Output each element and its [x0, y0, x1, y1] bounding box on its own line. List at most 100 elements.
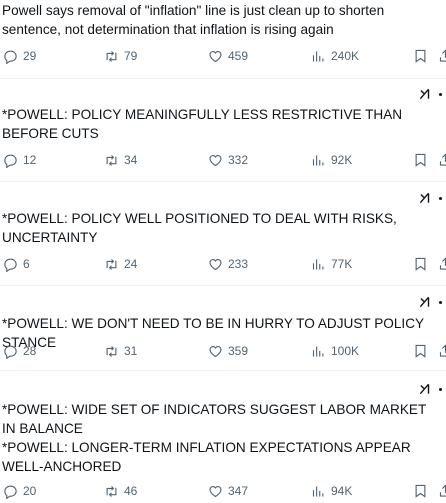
like-button[interactable]: 459: [208, 46, 248, 66]
repost-icon: [106, 258, 117, 270]
reply-icon: [4, 345, 17, 359]
post-menu: [418, 191, 442, 205]
views-icon: [312, 346, 324, 356]
post-text: *POWELL: WIDE SET OF INDICATORS SUGGEST …: [2, 402, 427, 474]
reply-button[interactable]: 12: [3, 150, 36, 170]
view-count: 240K: [331, 49, 360, 63]
reply-icon: [4, 485, 17, 499]
share-icon: [439, 484, 446, 497]
bookmark-button[interactable]: [413, 341, 428, 361]
grok-icon[interactable]: [418, 295, 432, 309]
like-icon: [209, 50, 222, 62]
bookmark-icon: [415, 153, 426, 167]
reply-button[interactable]: 29: [3, 46, 36, 66]
more-icon[interactable]: [439, 387, 442, 391]
share-button[interactable]: [438, 46, 446, 66]
reply-button[interactable]: 6: [3, 254, 30, 274]
views-button[interactable]: 240K: [311, 46, 359, 66]
reply-count: 20: [23, 484, 37, 498]
like-button[interactable]: 332: [208, 150, 248, 170]
divider: [0, 78, 446, 79]
repost-count: 79: [124, 49, 138, 63]
reply-button[interactable]: 20: [3, 481, 36, 501]
repost-count: 31: [124, 344, 138, 358]
bookmark-button[interactable]: [413, 254, 428, 274]
post-menu: [418, 295, 442, 309]
repost-icon: [106, 50, 117, 62]
reply-count: 12: [23, 153, 37, 167]
grok-icon[interactable]: [418, 191, 432, 205]
post-actions: 28 31 359 100K: [0, 341, 446, 361]
bookmark-icon: [415, 49, 426, 63]
repost-button[interactable]: 24: [104, 254, 137, 274]
view-count: 94K: [331, 484, 353, 498]
repost-icon: [106, 345, 117, 357]
repost-button[interactable]: 46: [104, 481, 137, 501]
reply-count: 28: [23, 344, 37, 358]
like-icon: [209, 485, 222, 497]
view-count: 77K: [331, 257, 353, 271]
views-button[interactable]: 94K: [311, 481, 352, 501]
post-text: *POWELL: POLICY MEANINGFULLY LESS RESTRI…: [2, 107, 406, 141]
repost-button[interactable]: 79: [104, 46, 137, 66]
post-actions: 29 79 459 240K: [0, 46, 446, 66]
share-icon: [439, 344, 446, 357]
like-button[interactable]: 347: [208, 481, 248, 501]
share-icon: [439, 257, 446, 270]
share-button[interactable]: [438, 481, 446, 501]
grok-icon[interactable]: [418, 87, 432, 101]
reply-count: 29: [23, 49, 37, 63]
share-button[interactable]: [438, 341, 446, 361]
views-icon: [312, 259, 324, 269]
bookmark-button[interactable]: [413, 481, 428, 501]
bookmark-icon: [415, 484, 426, 498]
bookmark-button[interactable]: [413, 150, 428, 170]
divider: [0, 370, 446, 371]
post-actions: 6 24 233 77K: [0, 254, 446, 274]
repost-button[interactable]: 31: [104, 341, 137, 361]
like-count: 347: [228, 484, 249, 498]
like-icon: [209, 258, 222, 270]
like-icon: [209, 345, 222, 357]
reply-count: 6: [23, 257, 30, 271]
share-button[interactable]: [438, 254, 446, 274]
more-icon[interactable]: [439, 300, 442, 304]
like-button[interactable]: 233: [208, 254, 248, 274]
divider: [0, 181, 446, 182]
share-icon: [439, 153, 446, 166]
like-button[interactable]: 359: [208, 341, 248, 361]
repost-count: 34: [124, 153, 138, 167]
reply-button[interactable]: 28: [3, 341, 36, 361]
post-menu: [418, 382, 442, 396]
like-icon: [209, 154, 222, 166]
more-icon[interactable]: [439, 196, 442, 200]
repost-icon: [106, 485, 117, 497]
reply-icon: [4, 258, 17, 272]
bookmark-button[interactable]: [413, 46, 428, 66]
repost-count: 46: [124, 484, 138, 498]
bookmark-icon: [415, 257, 426, 271]
more-icon[interactable]: [439, 92, 442, 96]
post-actions: 12 34 332 92K: [0, 150, 446, 170]
reply-icon: [4, 154, 17, 168]
views-icon: [312, 486, 324, 496]
grok-icon[interactable]: [418, 382, 432, 396]
views-button[interactable]: 100K: [311, 341, 359, 361]
reply-icon: [4, 50, 17, 64]
like-count: 459: [228, 49, 249, 63]
post-menu: [418, 87, 442, 101]
post-text: *POWELL: POLICY WELL POSITIONED TO DEAL …: [2, 211, 401, 245]
divider: [0, 285, 446, 286]
repost-button[interactable]: 34: [104, 150, 137, 170]
share-icon: [439, 49, 446, 62]
share-button[interactable]: [438, 150, 446, 170]
like-count: 332: [228, 153, 249, 167]
post-actions: 20 46 347 94K: [0, 481, 446, 501]
view-count: 100K: [331, 344, 360, 358]
repost-count: 24: [124, 257, 138, 271]
views-icon: [312, 51, 324, 61]
repost-icon: [106, 154, 117, 166]
like-count: 359: [228, 344, 249, 358]
views-button[interactable]: 92K: [311, 150, 352, 170]
views-button[interactable]: 77K: [311, 254, 352, 274]
